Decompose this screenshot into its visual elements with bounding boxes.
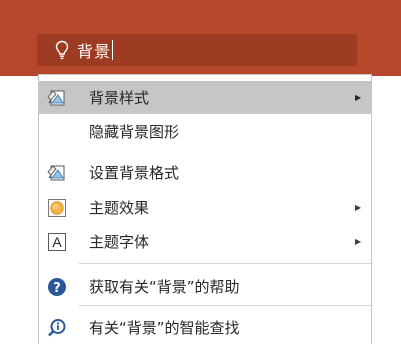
background-styles-icon xyxy=(47,88,67,108)
smart-lookup-icon xyxy=(47,318,67,338)
menu-item-label: 隐藏背景图形 xyxy=(89,123,180,141)
menu-item-label: 设置背景格式 xyxy=(89,164,180,182)
text-caret xyxy=(112,40,114,60)
menu-item-smart-lookup[interactable]: 有关“背景”的智能查找 xyxy=(39,311,371,344)
menu-item-help[interactable]: ? 获取有关“背景”的帮助 xyxy=(39,270,371,303)
svg-text:?: ? xyxy=(53,281,61,296)
menu-item-label: 有关“背景”的智能查找 xyxy=(89,319,240,337)
submenu-arrow-icon: ▶ xyxy=(355,93,362,102)
help-icon: ? xyxy=(47,277,67,297)
menu-item-label: 获取有关“背景”的帮助 xyxy=(89,278,240,296)
menu-item-label: 主题字体 xyxy=(89,233,150,251)
menu-separator xyxy=(79,263,371,264)
menu-item-format-background[interactable]: 设置背景格式 xyxy=(39,156,371,189)
format-background-icon xyxy=(47,163,67,183)
menu-item-theme-fonts[interactable]: A 主题字体 ▶ xyxy=(39,225,371,258)
submenu-arrow-icon: ▶ xyxy=(355,237,362,246)
menu-separator xyxy=(79,305,371,306)
menu-item-background-styles[interactable]: 背景样式 ▶ xyxy=(39,81,371,114)
search-results-menu: 背景样式 ▶ 隐藏背景图形 设置背景格式 主题效果 ▶ A 主题字体 ▶ ? 获… xyxy=(38,74,372,344)
lightbulb-icon xyxy=(55,40,69,60)
menu-item-theme-effects[interactable]: 主题效果 ▶ xyxy=(39,191,371,224)
menu-item-hide-background-graphics[interactable]: 隐藏背景图形 xyxy=(39,115,371,148)
theme-fonts-icon: A xyxy=(47,232,67,252)
theme-fonts-icon-letter: A xyxy=(52,234,62,250)
menu-item-label: 主题效果 xyxy=(89,199,150,217)
menu-item-label: 背景样式 xyxy=(89,89,150,107)
tell-me-search-box[interactable]: 背景 xyxy=(37,34,357,66)
submenu-arrow-icon: ▶ xyxy=(355,203,362,212)
search-query-text: 背景 xyxy=(77,42,112,61)
theme-effects-icon xyxy=(47,198,67,218)
